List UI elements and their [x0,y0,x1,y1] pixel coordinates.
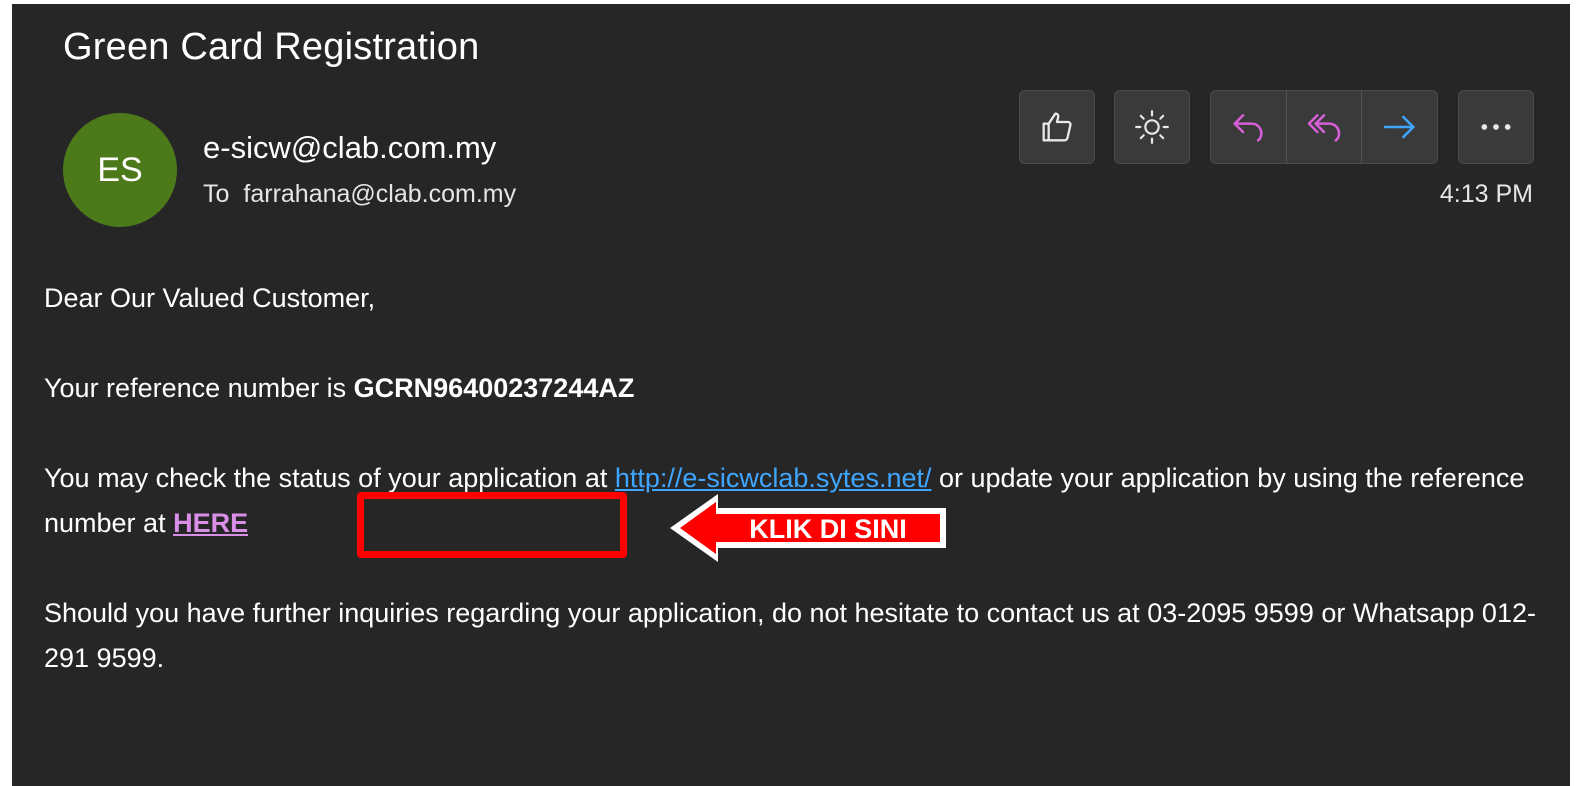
reply-icon [1233,114,1263,142]
status-link[interactable]: http://e-sicwclab.sytes.net/ [615,463,932,493]
inquiry-paragraph: Should you have further inquiries regard… [44,598,1536,673]
annotation-label: KLIK DI SINI [749,513,907,544]
forward-icon [1383,115,1415,139]
reply-all-icon [1307,114,1341,142]
respond-button-group [1210,90,1438,164]
reference-number: GCRN96400237244AZ [353,373,635,403]
sun-icon [1135,110,1169,144]
thumbs-up-icon [1042,112,1072,142]
email-subject: Green Card Registration [63,26,480,68]
forward-button[interactable] [1362,91,1437,163]
more-actions-button[interactable] [1458,90,1534,164]
reference-paragraph: Your reference number is GCRN96400237244… [44,366,1554,411]
sender-address[interactable]: e-sicw@clab.com.my [203,130,496,166]
reply-all-button[interactable] [1287,91,1363,163]
theme-toggle-button[interactable] [1114,90,1190,164]
like-button[interactable] [1019,90,1095,164]
status-prefix: You may check the status of your applica… [44,463,615,493]
greeting-text: Dear Our Valued Customer, [44,283,376,313]
recipient-address[interactable]: farrahana@clab.com.my [243,180,516,208]
reference-prefix: Your reference number is [44,373,354,403]
recipient-line: To farrahana@clab.com.my [203,180,516,209]
email-reading-pane: Green Card Registration ES e-sicw@clab.c… [12,4,1570,786]
sender-avatar[interactable]: ES [63,113,177,227]
reply-button[interactable] [1211,91,1287,163]
highlight-box [357,492,627,558]
to-label: To [203,180,230,208]
here-link[interactable]: HERE [173,508,248,538]
more-icon [1481,124,1511,130]
avatar-initials: ES [97,150,143,189]
email-timestamp: 4:13 PM [1439,180,1533,208]
